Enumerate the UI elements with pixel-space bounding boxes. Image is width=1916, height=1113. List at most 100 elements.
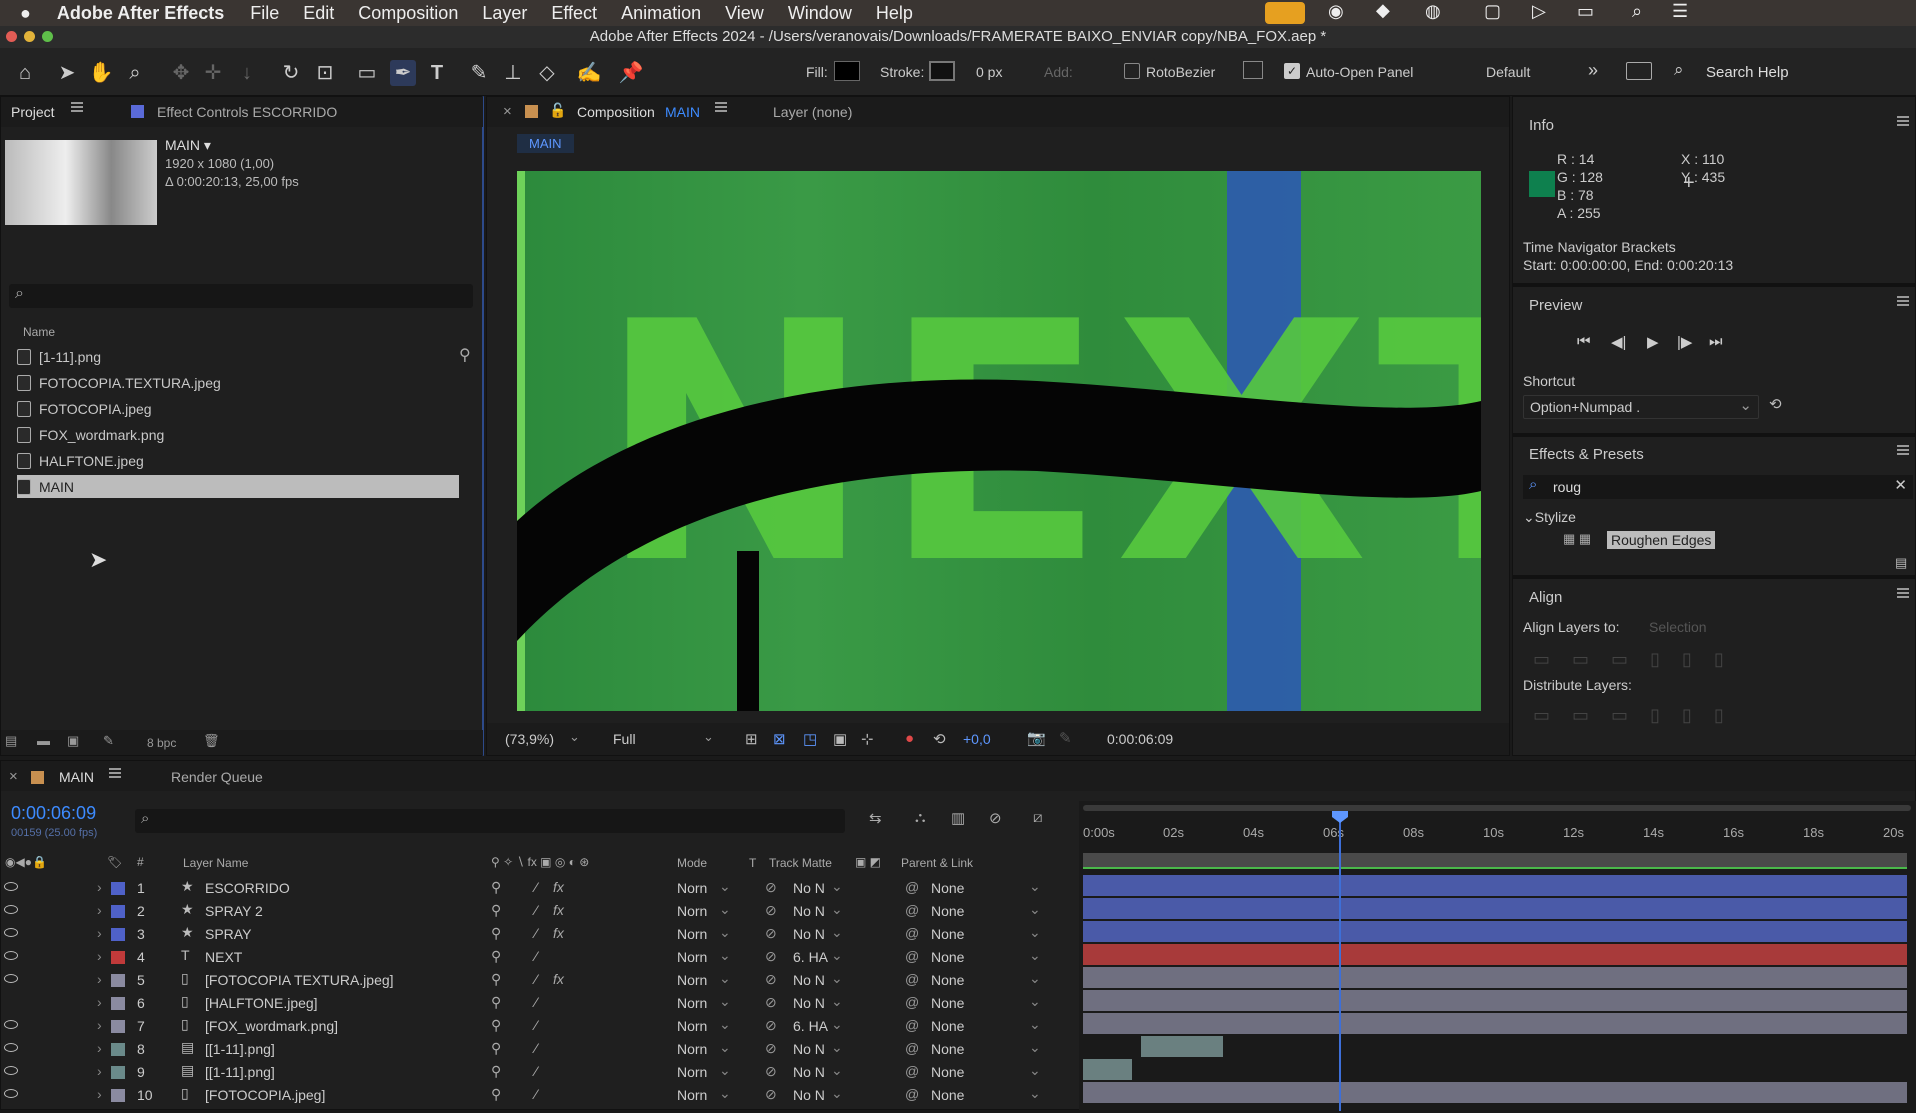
mode-select[interactable]: Norn [677, 1018, 707, 1034]
table-row[interactable]: › 5 ▯ [FOTOCOPIA TEXTURA.jpeg] ⚲ ⁄ fx Norn ⌄ ⊘ No … [1, 969, 1079, 992]
effects-search-input[interactable]: ⌕ roug ✕ [1523, 475, 1913, 499]
workspace-default[interactable]: Default [1486, 64, 1530, 80]
fx-icon[interactable]: fx [553, 879, 564, 895]
list-item[interactable]: FOTOCOPIA.TEXTURA.jpeg [17, 371, 221, 394]
collapse-transform-icon[interactable]: ⚲ [491, 971, 501, 988]
align-to-select[interactable]: Selection [1649, 619, 1707, 635]
mode-select[interactable]: Norn [677, 880, 707, 896]
timeline-current-time[interactable]: 0:00:06:09 [11, 803, 96, 824]
trash-icon[interactable]: 🗑 [203, 733, 220, 749]
new-folder-icon[interactable]: ▬ [37, 733, 50, 748]
layer-name[interactable]: [[1-11].png] [205, 1041, 275, 1057]
mode-select[interactable]: Norn [677, 903, 707, 919]
track-matte-select[interactable]: 6. HA [793, 1018, 828, 1034]
last-frame-icon[interactable]: ⏭ [1709, 333, 1723, 350]
parent-link-header[interactable]: Parent & Link [901, 856, 973, 870]
panel-icon[interactable] [1243, 61, 1263, 79]
stroke-swatch[interactable] [929, 61, 955, 81]
layer-duration-bar[interactable] [1083, 944, 1907, 965]
reset-exposure-icon[interactable]: ⟲ [933, 730, 946, 748]
layer-name[interactable]: [[1-11].png] [205, 1064, 275, 1080]
current-time-display[interactable]: 0:00:06:09 [1107, 731, 1173, 747]
lock-icon[interactable]: 🔓 [549, 102, 566, 119]
stroke-width-value[interactable]: 0 px [976, 64, 1002, 80]
dolly-tool-icon[interactable]: ↓ [234, 60, 260, 86]
tab-project[interactable]: Project [11, 104, 55, 120]
tab-layer[interactable]: Layer (none) [773, 104, 852, 120]
layer-name-header[interactable]: Layer Name [183, 856, 248, 870]
switches-header-icons[interactable]: ⚲ ✧ ∖ fx ▣ ◎ ◐ ⊛ [491, 855, 589, 869]
track-matte-select[interactable]: No N [793, 1087, 825, 1103]
reset-shortcut-icon[interactable]: ⟲ [1769, 395, 1782, 413]
layer-duration-bar[interactable] [1083, 1082, 1907, 1103]
tab-effect-controls[interactable]: Effect Controls ESCORRIDO [157, 104, 337, 120]
diamond-icon[interactable]: ◆ [1376, 0, 1390, 21]
comp-name[interactable]: MAIN ▾ [165, 137, 211, 154]
mode-select[interactable]: Norn [677, 1087, 707, 1103]
eraser-tool-icon[interactable]: ◇ [534, 60, 560, 86]
close-tab-icon[interactable]: × [9, 768, 18, 785]
label-color-swatch[interactable] [111, 974, 125, 987]
preview-panel-title[interactable]: Preview [1529, 297, 1582, 314]
parent-select[interactable]: None [931, 949, 964, 965]
current-time-indicator[interactable] [1339, 815, 1341, 1111]
tab-composition-name[interactable]: MAIN [665, 104, 700, 120]
transparency-grid-icon[interactable]: ⊠ [773, 730, 786, 748]
mode-select[interactable]: Norn [677, 972, 707, 988]
home-icon[interactable]: ⌂ [12, 60, 38, 86]
search-icon[interactable]: ⌕ [1632, 1, 1642, 22]
pickwhip-icon[interactable]: @ [905, 902, 919, 918]
composition-mini-flowchart-icon[interactable]: ⇆ [869, 809, 882, 827]
expand-chevron-icon[interactable]: › [97, 1040, 102, 1056]
quality-icon[interactable]: ⁄ [535, 1063, 537, 1079]
play-icon[interactable]: ▶ [1647, 333, 1659, 351]
sync-settings-icon[interactable] [1626, 62, 1652, 80]
composition-viewer[interactable]: NEXT [517, 171, 1481, 711]
record-icon[interactable]: ◉ [1328, 1, 1344, 22]
tab-render-queue[interactable]: Render Queue [171, 769, 263, 785]
brush-tool-icon[interactable]: ✎ [466, 60, 492, 86]
parent-select[interactable]: None [931, 1087, 964, 1103]
collapse-transform-icon[interactable]: ⚲ [491, 879, 501, 896]
mask-visibility-icon[interactable]: ◳ [803, 730, 817, 748]
snapshot-camera-icon[interactable]: 📷 [1027, 729, 1046, 747]
visibility-eye-icon[interactable] [4, 1089, 18, 1098]
battery-icon[interactable]: ▭ [1577, 1, 1594, 22]
exposure-value[interactable]: +0,0 [963, 731, 991, 747]
quality-icon[interactable]: ⁄ [535, 948, 537, 964]
pickwhip-icon[interactable]: @ [905, 1086, 919, 1102]
stylize-category[interactable]: ⌄Stylize [1523, 509, 1576, 526]
visibility-eye-icon[interactable] [4, 1066, 18, 1075]
window-icon[interactable]: ▢ [1484, 1, 1501, 22]
quality-icon[interactable]: ⁄ [535, 902, 537, 918]
expand-chevron-icon[interactable]: › [97, 1063, 102, 1079]
visibility-eye-icon[interactable] [4, 905, 18, 914]
expand-chevron-icon[interactable]: › [97, 925, 102, 941]
control-center-icon[interactable]: ☰ [1672, 1, 1688, 22]
tab-timeline-main[interactable]: MAIN [59, 769, 94, 785]
selection-tool-icon[interactable]: ➤ [54, 60, 80, 86]
apple-icon[interactable]: ● [20, 3, 31, 24]
shortcut-select[interactable]: Option+Numpad . ⌄ [1523, 395, 1759, 419]
time-graph[interactable]: 0:00s 02s 04s 06s 08s 10s 12s 14s 16s 18s 20s [1079, 801, 1916, 1111]
table-row[interactable]: › 10 ▯ [FOTOCOPIA.jpeg] ⚲ ⁄ Norn ⌄ ⊘ No N ⌄ @ None ⌄ [1, 1084, 1079, 1107]
microphone-icon[interactable] [1265, 2, 1305, 24]
frame-blending-icon[interactable]: ⊘ [989, 809, 1002, 827]
label-color-swatch[interactable] [111, 1043, 125, 1056]
graph-editor-icon[interactable]: ⧄ [1033, 809, 1043, 826]
menu-layer[interactable]: Layer [482, 3, 527, 24]
next-frame-icon[interactable]: |▶ [1677, 333, 1692, 351]
resolution-select[interactable]: Full [613, 731, 636, 747]
expand-chevron-icon[interactable]: › [97, 971, 102, 987]
table-row[interactable]: › 1 ★ ESCORRIDO ⚲ ⁄ fx Norn ⌄ ⊘ No N ⌄ @ None ⌄ [1, 877, 1079, 900]
label-color-swatch[interactable] [111, 928, 125, 941]
menu-help[interactable]: Help [876, 3, 913, 24]
zoom-window-button[interactable] [42, 31, 53, 42]
quality-icon[interactable]: ⁄ [535, 1040, 537, 1056]
tab-composition[interactable]: Composition [577, 104, 655, 120]
align-buttons-icon[interactable]: ▭▭▭▯▯▯ [1533, 649, 1746, 670]
parent-select[interactable]: None [931, 1041, 964, 1057]
visibility-eye-icon[interactable] [4, 882, 18, 891]
menu-composition[interactable]: Composition [358, 3, 458, 24]
search-help-field[interactable]: Search Help [1706, 64, 1789, 81]
